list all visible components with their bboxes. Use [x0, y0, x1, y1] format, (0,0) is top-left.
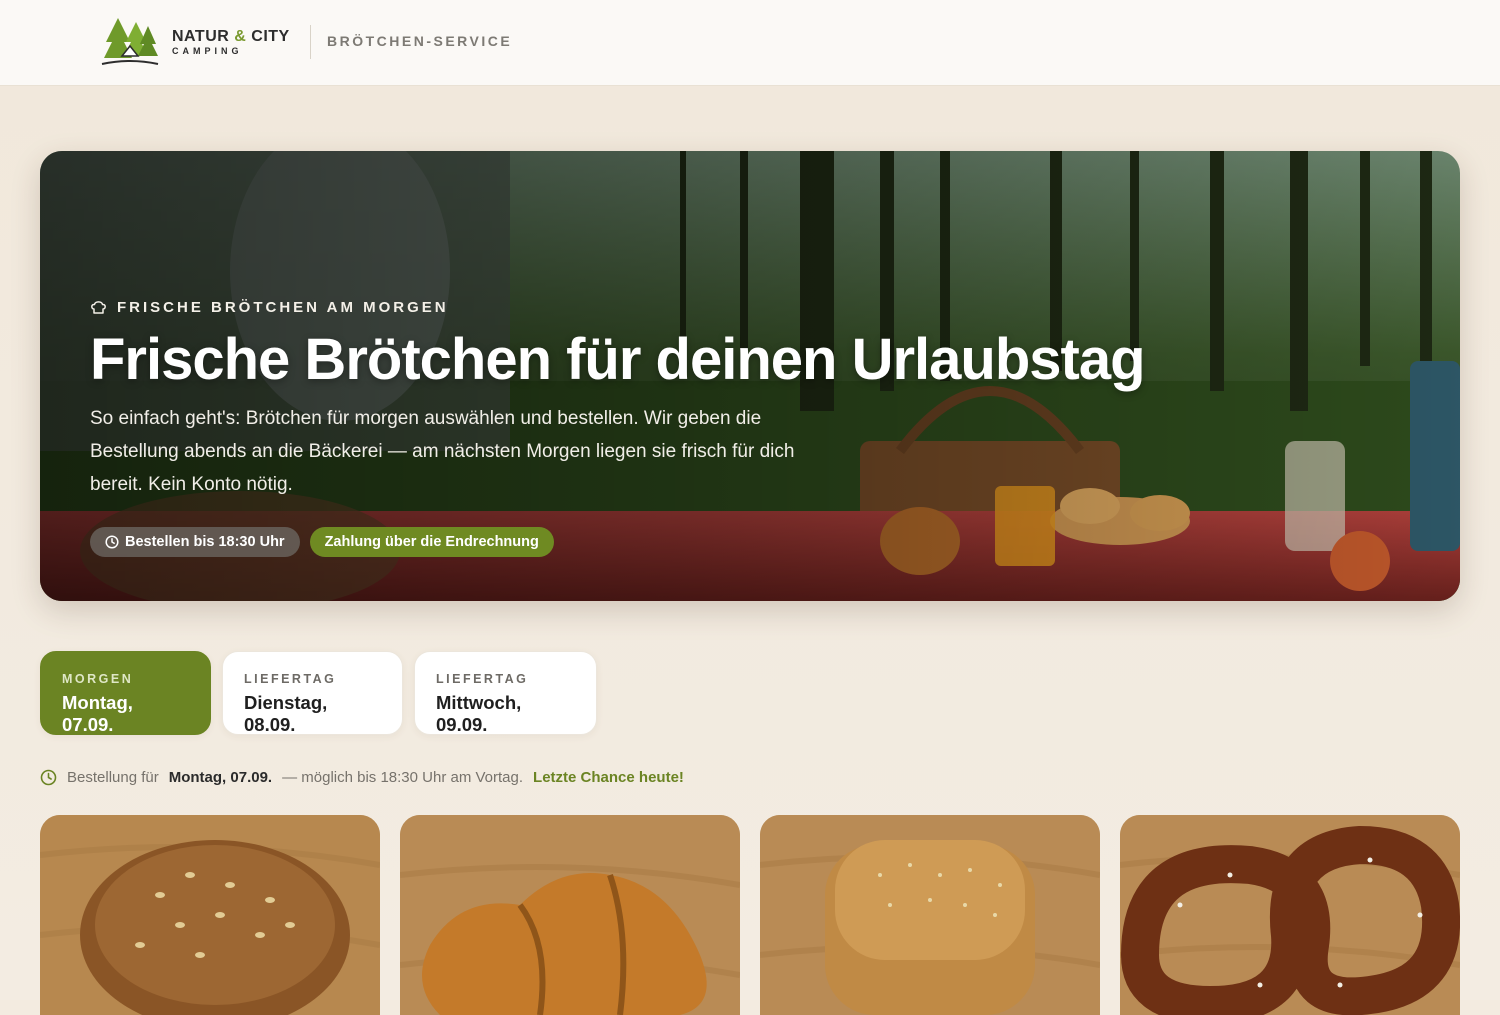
product-card[interactable] — [40, 815, 380, 1015]
brand-subtitle: CAMPING — [172, 46, 243, 56]
chef-hat-icon — [91, 301, 106, 314]
last-chance-notice: Letzte Chance heute! — [533, 769, 684, 786]
clock-icon — [40, 769, 57, 786]
brand-ampersand: & — [234, 28, 247, 45]
hero-banner: FRISCHE BRÖTCHEN AM MORGEN Frische Brötc… — [40, 151, 1460, 601]
product-card[interactable] — [400, 815, 740, 1015]
day-date: Montag, 07.09. — [62, 692, 133, 735]
product-card[interactable] — [760, 815, 1100, 1015]
seed-roll-image — [40, 815, 380, 1015]
day-date: Dienstag, 08.09. — [244, 692, 328, 735]
top-navigation-bar: NATUR & CITY CAMPING BRÖTCHEN-SERVICE — [0, 0, 1500, 86]
day-kicker: LIEFERTAG — [436, 672, 529, 686]
brand-name-natur: NATUR — [172, 28, 230, 45]
deadline-date: Montag, 07.09. — [168, 769, 273, 786]
pretzel-image — [1120, 815, 1460, 1015]
day-tab-monday[interactable]: MORGEN Montag, 07.09. — [40, 651, 211, 735]
product-card[interactable] — [1120, 815, 1460, 1015]
day-kicker: MORGEN — [62, 672, 134, 686]
hero-description: So einfach geht's: Brötchen für morgen a… — [90, 408, 795, 495]
hero-kicker-text: FRISCHE BRÖTCHEN AM MORGEN — [117, 299, 449, 316]
brand-wordmark[interactable]: NATUR & CITY CAMPING — [172, 28, 290, 56]
product-grid — [40, 815, 1460, 1015]
camping-logo-icon[interactable] — [100, 14, 164, 70]
day-kicker: LIEFERTAG — [244, 672, 337, 686]
hero-title: Frische Brötchen für deinen Urlaubstag — [90, 327, 1146, 392]
service-label: BRÖTCHEN-SERVICE — [327, 33, 513, 49]
order-deadline-text: Bestellen bis 18:30 Uhr — [125, 534, 285, 550]
payment-info-pill: Zahlung über die Endrechnung — [309, 527, 554, 557]
header-divider — [310, 25, 311, 59]
order-deadline-info: Bestellung für Montag, 07.09. — möglich … — [40, 769, 684, 786]
deadline-suffix: — möglich bis 18:30 Uhr am Vortag. — [282, 769, 524, 786]
delivery-day-selector: MORGEN Montag, 07.09. LIEFERTAG Dienstag… — [40, 651, 597, 735]
croissant-image — [400, 815, 740, 1015]
clock-icon — [105, 535, 119, 549]
deadline-prefix: Bestellung für — [67, 769, 159, 786]
hero-kicker: FRISCHE BRÖTCHEN AM MORGEN — [90, 299, 1190, 316]
brand-name-city: CITY — [251, 28, 290, 45]
day-tab-wednesday[interactable]: LIEFERTAG Mittwoch, 09.09. — [414, 651, 597, 735]
day-date: Mittwoch, 09.09. — [436, 692, 522, 735]
payment-info-text: Zahlung über die Endrechnung — [324, 534, 539, 550]
order-deadline-pill: Bestellen bis 18:30 Uhr — [90, 527, 300, 557]
wholegrain-roll-image — [760, 815, 1100, 1015]
day-tab-tuesday[interactable]: LIEFERTAG Dienstag, 08.09. — [222, 651, 403, 735]
